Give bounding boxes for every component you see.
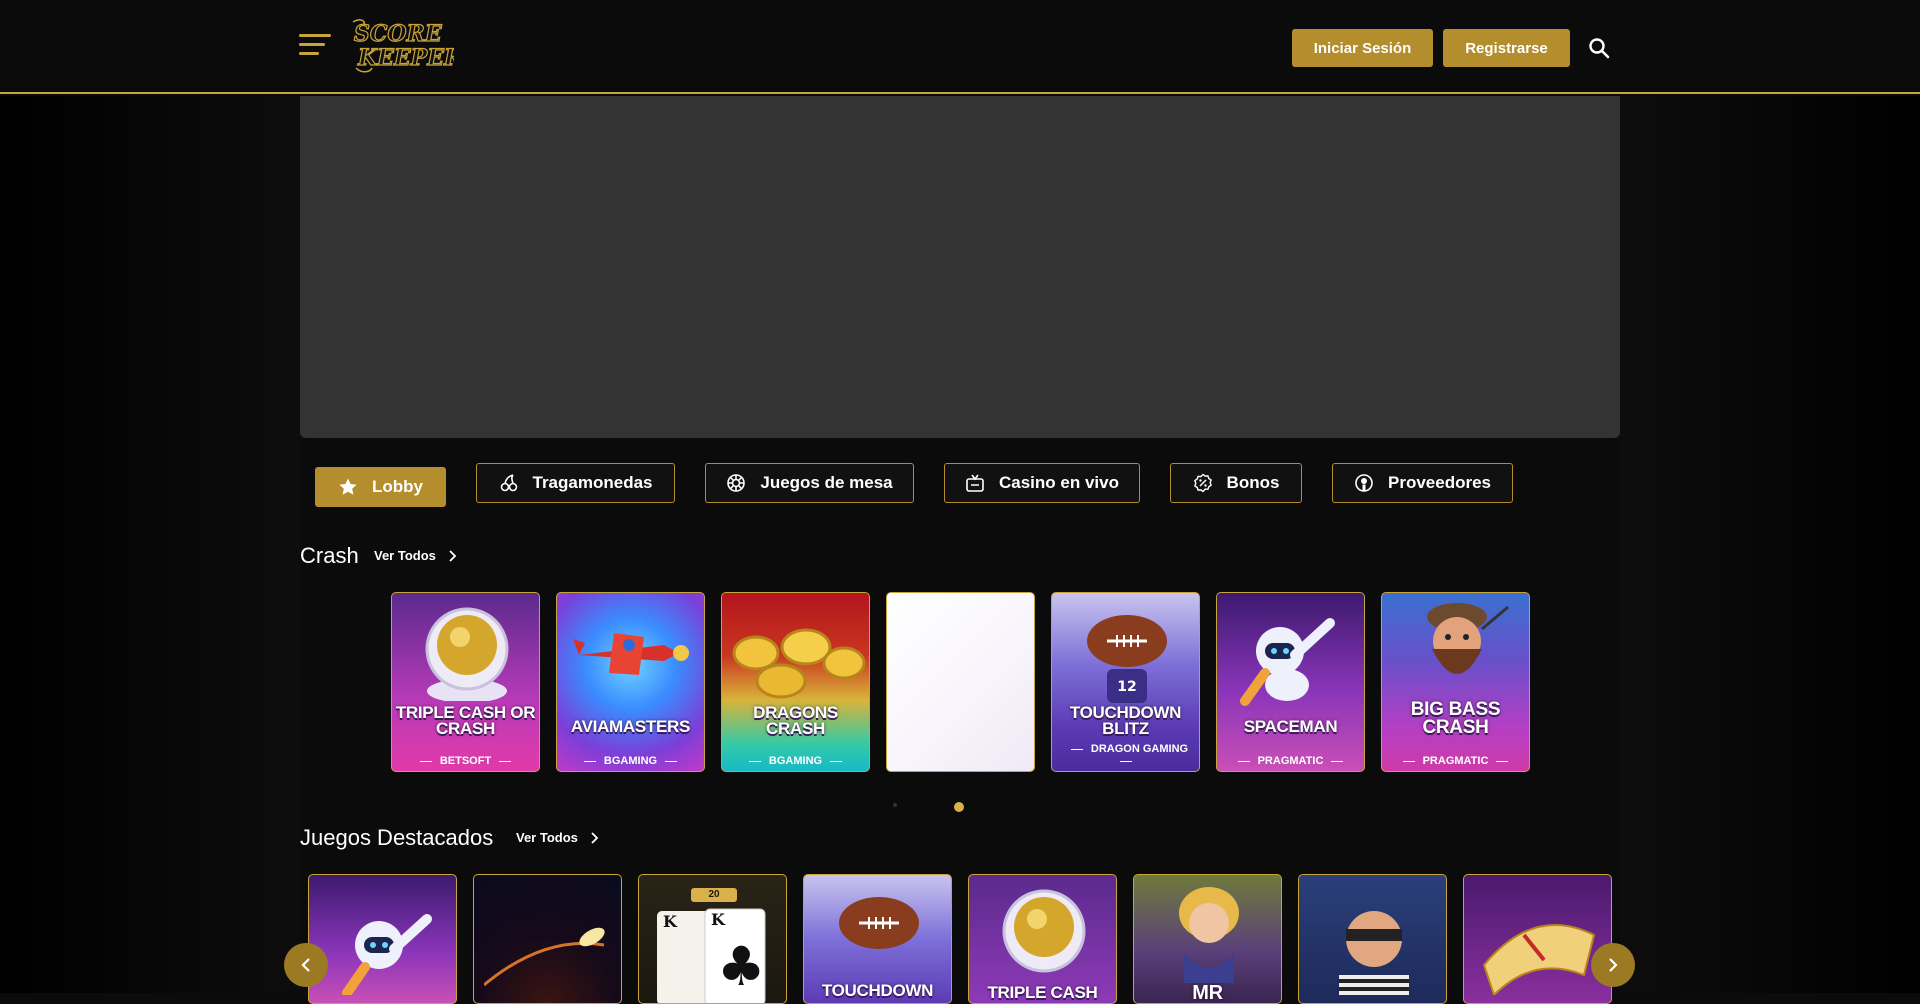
hero-banner[interactable]	[300, 96, 1620, 438]
game-provider: DRAGON GAMING	[1052, 743, 1199, 767]
game-card[interactable]: TRIPLE CASH OR CRASH BETSOFT	[391, 592, 540, 772]
tab-label: Juegos de mesa	[760, 473, 893, 492]
svg-text:SCORE: SCORE	[354, 21, 443, 47]
game-card[interactable]: DRAGONS CRASH BGAMING	[721, 592, 870, 772]
game-title: TOUCHDOWN	[821, 981, 934, 1000]
crash-see-all-link[interactable]: Ver Todos	[374, 548, 458, 563]
tab-lobby[interactable]: Lobby	[315, 467, 446, 507]
svg-text:KEEPERS: KEEPERS	[357, 45, 454, 71]
tv-icon	[966, 474, 984, 492]
featured-section-title: Juegos Destacados	[300, 825, 494, 850]
game-title: DRAGONS CRASH	[753, 703, 838, 738]
svg-text:12: 12	[1117, 679, 1136, 695]
game-card[interactable]	[1463, 874, 1612, 1004]
svg-text:♣: ♣	[717, 935, 765, 998]
tab-label: Proveedores	[1388, 473, 1491, 492]
cherries-icon	[500, 474, 517, 492]
chevron-right-icon	[1609, 958, 1618, 972]
game-card[interactable]	[473, 874, 622, 1004]
astronaut-art	[1002, 889, 1086, 973]
game-card[interactable]: BIG BASS CRASH PRAGMATIC	[1381, 592, 1530, 772]
game-card[interactable]: 12 TOUCHDOWN BLITZ DRAGON GAMING	[1051, 592, 1200, 772]
chevron-left-icon	[301, 958, 310, 972]
tab-label: Bonos	[1226, 473, 1280, 492]
game-title: TOUCHDOWN BLITZ	[1069, 703, 1182, 738]
carousel-prev-button[interactable]	[284, 943, 328, 987]
game-card[interactable]	[1298, 874, 1447, 1004]
featured-see-all-link[interactable]: Ver Todos	[516, 830, 600, 845]
spaceman-art	[1240, 618, 1335, 706]
poker-chip-icon	[727, 474, 746, 492]
airplane-art	[573, 633, 689, 675]
game-card[interactable]: TRIPLE CASH	[968, 874, 1117, 1004]
svg-text:K: K	[711, 910, 726, 929]
game-card[interactable]: SPACEMAN PRAGMATIC	[1216, 592, 1365, 772]
football-art	[839, 897, 919, 949]
game-provider: BETSOFT	[392, 755, 539, 767]
spaceman-art	[342, 914, 432, 995]
game-title: MR	[1192, 982, 1223, 1004]
game-title: TRIPLE CASH OR CRASH	[395, 703, 536, 738]
tab-label: Tragamonedas	[532, 473, 653, 492]
tab-casino-en-vivo[interactable]: Casino en vivo	[944, 463, 1140, 503]
chevron-right-icon	[591, 831, 599, 844]
tab-label: Lobby	[372, 477, 423, 496]
character-art	[1179, 887, 1239, 983]
register-button[interactable]: Registrarse	[1443, 29, 1570, 67]
game-title: AVIAMASTERS	[570, 717, 691, 736]
left-margin	[0, 96, 300, 993]
tab-tragamonedas[interactable]: Tragamonedas	[476, 463, 675, 503]
gold-coins-art	[732, 628, 866, 699]
star-icon	[339, 478, 357, 495]
tab-juegos-de-mesa[interactable]: Juegos de mesa	[705, 463, 914, 503]
carousel-dot-active[interactable]	[954, 802, 964, 812]
game-provider: BGAMING	[557, 755, 704, 767]
carousel-next-button[interactable]	[1591, 943, 1635, 987]
football-art: 12	[1087, 615, 1167, 703]
game-provider: PRAGMATIC	[1217, 755, 1364, 767]
chevron-right-icon	[449, 549, 457, 562]
robber-art	[1339, 911, 1409, 995]
tab-proveedores[interactable]: Proveedores	[1332, 463, 1513, 503]
game-title: TRIPLE CASH	[987, 983, 1098, 1002]
game-card[interactable]: AVIAMASTERS BGAMING	[556, 592, 705, 772]
svg-text:K: K	[663, 912, 678, 931]
game-card[interactable]: MR	[1133, 874, 1282, 1004]
right-margin	[1620, 96, 1920, 993]
menu-icon[interactable]	[299, 34, 331, 56]
user-circle-icon	[1355, 474, 1373, 492]
login-button[interactable]: Iniciar Sesión	[1292, 29, 1433, 67]
game-card[interactable]: 20 K K ♣	[638, 874, 787, 1004]
game-title: SPACEMAN	[1243, 717, 1338, 736]
search-icon[interactable]	[1588, 37, 1610, 59]
carousel-dot[interactable]	[893, 803, 897, 807]
see-all-label: Ver Todos	[374, 548, 436, 563]
game-provider: PRAGMATIC	[1382, 755, 1529, 767]
game-provider: BGAMING	[722, 755, 869, 767]
tab-label: Casino en vivo	[999, 473, 1119, 492]
game-title: BIG BASS CRASH	[1410, 699, 1501, 738]
game-card-placeholder[interactable]	[886, 592, 1035, 772]
tab-bonos[interactable]: Bonos	[1170, 463, 1302, 503]
crash-section-title: Crash	[300, 543, 359, 568]
top-bar: SCORE KEEPERS Iniciar Sesión Registrarse	[0, 0, 1920, 94]
playing-cards-art: K K ♣	[657, 908, 766, 1003]
fisherman-art	[1427, 603, 1509, 674]
firecracker-art	[1482, 924, 1596, 995]
percent-badge-icon	[1193, 473, 1212, 493]
astronaut-art	[425, 607, 509, 701]
brand-logo[interactable]: SCORE KEEPERS	[350, 16, 479, 74]
see-all-label: Ver Todos	[516, 830, 578, 845]
game-card[interactable]: TOUCHDOWN	[803, 874, 952, 1004]
game-card[interactable]	[308, 874, 457, 1004]
rocket-art	[484, 927, 605, 987]
badge: 20	[691, 888, 737, 902]
